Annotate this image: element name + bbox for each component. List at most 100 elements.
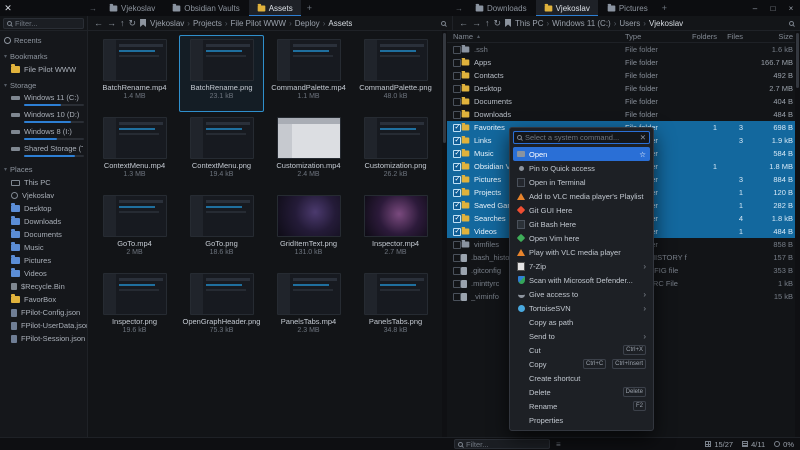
menu-item-rename[interactable]: RenameF2 xyxy=(513,399,650,413)
sidebar-item-windows-10-d[interactable]: Windows 10 (D:) xyxy=(0,109,87,126)
grid-item-selected[interactable]: BatchRename.png23.1 kB xyxy=(179,35,264,112)
sidebar-item-windows-11-c[interactable]: Windows 11 (C:) xyxy=(0,92,87,109)
refresh-icon[interactable]: ↻ xyxy=(129,19,137,28)
breadcrumb-item[interactable]: This PC xyxy=(515,19,552,28)
maximize-button[interactable]: □ xyxy=(764,0,782,16)
back-icon[interactable]: ← xyxy=(94,19,103,28)
row-checkbox[interactable] xyxy=(453,241,461,249)
tab-left-assets[interactable]: Assets xyxy=(249,0,301,16)
up-icon[interactable]: ↑ xyxy=(485,19,490,28)
grid-item[interactable]: Customization.mp42.4 MB xyxy=(266,113,351,190)
grid-item[interactable]: Customization.png26.2 kB xyxy=(353,113,438,190)
grid-item[interactable]: GridItemText.png131.0 kB xyxy=(266,191,351,268)
menu-item-tortoisesvn[interactable]: TortoiseSVN› xyxy=(513,301,650,315)
menu-item-pin-quick-access[interactable]: Pin to Quick access xyxy=(513,161,650,175)
column-header-name[interactable]: Name▴ xyxy=(453,32,625,41)
menu-item-defender-scan[interactable]: Scan with Microsoft Defender... xyxy=(513,273,650,287)
menu-item-send-to[interactable]: Send to› xyxy=(513,329,650,343)
row-checkbox[interactable] xyxy=(453,72,461,80)
sidebar-section-storage[interactable]: ▾ Storage xyxy=(0,79,87,92)
row-checkbox-checked[interactable] xyxy=(453,202,461,210)
breadcrumb-item[interactable]: Projects xyxy=(193,19,231,28)
sidebar-item-documents[interactable]: Documents xyxy=(0,228,87,241)
menu-item-properties[interactable]: Properties xyxy=(513,413,650,427)
up-icon[interactable]: ↑ xyxy=(120,19,125,28)
row-checkbox[interactable] xyxy=(453,46,461,54)
column-header-folders[interactable]: Folders xyxy=(687,32,717,41)
refresh-icon[interactable]: ↻ xyxy=(494,19,502,28)
grid-item[interactable]: GoTo.png18.6 kB xyxy=(179,191,264,268)
right-pane-scrollbar[interactable] xyxy=(795,31,800,437)
sidebar-section-bookmarks[interactable]: ▾ Bookmarks xyxy=(0,50,87,63)
scrollbar-thumb[interactable] xyxy=(796,33,799,88)
row-checkbox-checked[interactable] xyxy=(453,228,461,236)
row-checkbox-checked[interactable] xyxy=(453,163,461,171)
table-row[interactable]: DownloadsFile folder484 B xyxy=(447,108,795,121)
forward-icon[interactable]: → xyxy=(107,19,116,28)
menu-item-copy[interactable]: CopyCtrl+CCtrl+Insert xyxy=(513,357,650,371)
sidebar-section-places[interactable]: ▾ Places xyxy=(0,163,87,176)
sidebar-item-fpilot-session[interactable]: FPilot-Session.json xyxy=(0,332,87,345)
search-icon[interactable] xyxy=(789,21,794,26)
tab-right-pictures[interactable]: Pictures xyxy=(599,0,656,16)
breadcrumb-item[interactable]: Users xyxy=(619,19,649,28)
breadcrumb-item[interactable]: Windows 11 (C:) xyxy=(552,19,619,28)
breadcrumb-item[interactable]: Vjekoslav xyxy=(150,19,193,28)
search-icon[interactable] xyxy=(441,21,446,26)
grid-item[interactable]: BatchRename.mp41.4 MB xyxy=(92,35,177,112)
scrollbar-thumb[interactable] xyxy=(443,33,446,143)
menu-item-7zip[interactable]: 7-Zip› xyxy=(513,259,650,273)
row-checkbox-checked[interactable] xyxy=(453,189,461,197)
menu-item-open-in-terminal[interactable]: Open in Terminal xyxy=(513,175,650,189)
sidebar-item-pictures[interactable]: Pictures xyxy=(0,254,87,267)
row-checkbox-checked[interactable] xyxy=(453,124,461,132)
menu-item-cut[interactable]: CutCtrl+X xyxy=(513,343,650,357)
column-header-size[interactable]: Size xyxy=(743,32,793,41)
menu-item-create-shortcut[interactable]: Create shortcut xyxy=(513,371,650,385)
breadcrumb-item[interactable]: File Pilot WWW xyxy=(231,19,295,28)
grid-item[interactable]: CommandPalette.png48.0 kB xyxy=(353,35,438,112)
table-row[interactable]: ContactsFile folder492 B xyxy=(447,69,795,82)
minimize-button[interactable]: – xyxy=(746,0,764,16)
grid-item[interactable]: OpenGraphHeader.png75.3 kB xyxy=(179,269,264,346)
sidebar-item-fpilot-config[interactable]: FPilot-Config.json xyxy=(0,306,87,319)
sidebar-item-vjekoslav[interactable]: Vjekoslav xyxy=(0,189,87,202)
sidebar-item-favorbox[interactable]: FavorBox xyxy=(0,293,87,306)
menu-item-delete[interactable]: DeleteDelete xyxy=(513,385,650,399)
sidebar-item-videos[interactable]: Videos xyxy=(0,267,87,280)
menu-item-vlc-playlist[interactable]: Add to VLC media player's Playlist xyxy=(513,189,650,203)
bookmark-icon[interactable] xyxy=(140,19,146,27)
tab-right-downloads[interactable]: Downloads xyxy=(467,0,535,16)
menu-item-play-vlc[interactable]: Play with VLC media player xyxy=(513,245,650,259)
menu-item-give-access[interactable]: Give access to› xyxy=(513,287,650,301)
menu-item-open[interactable]: Open☆ xyxy=(513,147,650,161)
sidebar-item-fpilot-userdata[interactable]: FPilot-UserData.json xyxy=(0,319,87,332)
table-row[interactable]: .sshFile folder1.6 kB xyxy=(447,43,795,56)
row-checkbox-checked[interactable] xyxy=(453,176,461,184)
filter-input[interactable]: Filter... xyxy=(454,439,550,449)
menu-item-copy-as-path[interactable]: Copy as path xyxy=(513,315,650,329)
row-checkbox-checked[interactable] xyxy=(453,150,461,158)
breadcrumb-item[interactable]: Deploy xyxy=(295,19,329,28)
sidebar-item-recycle-bin[interactable]: $Recycle.Bin xyxy=(0,280,87,293)
menu-item-git-bash[interactable]: Git Bash Here xyxy=(513,217,650,231)
breadcrumb-item[interactable]: Assets xyxy=(328,19,352,28)
sidebar-item-file-pilot-www[interactable]: File Pilot WWW xyxy=(0,63,87,76)
menu-item-git-gui[interactable]: Git GUI Here xyxy=(513,203,650,217)
grid-item[interactable]: PanelsTabs.mp42.3 MB xyxy=(266,269,351,346)
tab-list-icon[interactable]: → xyxy=(86,0,100,16)
column-header-type[interactable]: Type xyxy=(625,32,687,41)
back-icon[interactable]: ← xyxy=(459,19,468,28)
favorite-star-icon[interactable]: ☆ xyxy=(639,150,646,159)
sidebar-item-music[interactable]: Music xyxy=(0,241,87,254)
breadcrumb-item[interactable]: Vjekoslav xyxy=(649,19,683,28)
sidebar-item-shared-storage-t[interactable]: Shared Storage (T:) xyxy=(0,143,87,160)
close-icon[interactable]: ✕ xyxy=(640,133,646,142)
filter-options-icon[interactable]: ≡ xyxy=(556,440,561,449)
command-search-input[interactable]: Select a system command... ✕ xyxy=(513,131,650,144)
column-header-files[interactable]: Files xyxy=(717,32,743,41)
row-checkbox[interactable] xyxy=(453,59,461,67)
sidebar-item-downloads[interactable]: Downloads xyxy=(0,215,87,228)
sidebar-item-desktop[interactable]: Desktop xyxy=(0,202,87,215)
sidebar-item-windows-8-i[interactable]: Windows 8 (I:) xyxy=(0,126,87,143)
